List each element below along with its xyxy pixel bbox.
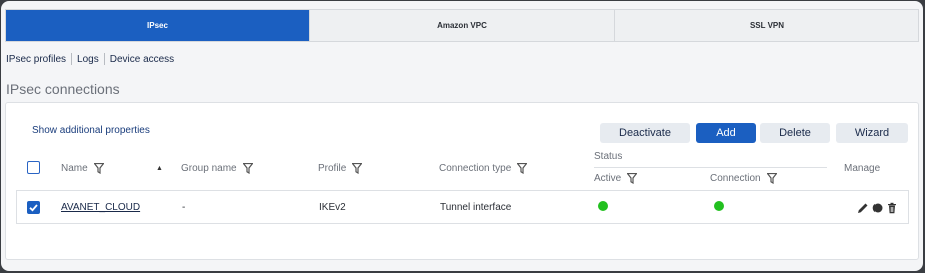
tab-ipsec[interactable]: IPsec [6, 10, 310, 41]
show-additional-properties-link[interactable]: Show additional properties [32, 125, 150, 136]
delete-button[interactable]: Delete [760, 123, 830, 143]
wizard-button[interactable]: Wizard [836, 123, 908, 143]
active-status-dot [598, 201, 608, 211]
column-header-connection[interactable]: Connection [710, 173, 777, 184]
select-all-checkbox[interactable] [27, 161, 40, 174]
deactivate-button[interactable]: Deactivate [600, 123, 690, 143]
filter-icon[interactable] [517, 163, 528, 174]
sub-navigation: IPsec profiles Logs Device access [6, 53, 174, 65]
filter-icon[interactable] [93, 163, 104, 174]
column-label: Connection type [439, 163, 512, 174]
divider [71, 53, 73, 65]
group-name-cell: - [182, 202, 186, 213]
divider [103, 53, 105, 65]
filter-icon[interactable] [766, 173, 777, 184]
column-header-connection-type[interactable]: Connection type [439, 163, 528, 174]
column-header-status: Status [594, 151, 623, 162]
link-device-access[interactable]: Device access [110, 54, 174, 65]
profile-cell: IKEv2 [319, 202, 346, 213]
tab-amazon-vpc[interactable]: Amazon VPC [310, 10, 615, 41]
table-row[interactable]: AVANET_CLOUD - IKEv2 Tunnel interface [16, 190, 909, 224]
checkmark-icon [29, 204, 38, 212]
column-label: Connection [710, 173, 761, 184]
connection-name-link[interactable]: AVANET_CLOUD [61, 202, 140, 213]
connections-panel: Show additional properties Deactivate Ad… [5, 102, 919, 260]
app-frame: IPsec Amazon VPC SSL VPN IPsec profiles … [1, 1, 923, 271]
connection-type-cell: Tunnel interface [440, 202, 512, 213]
tab-ssl-vpn[interactable]: SSL VPN [615, 10, 919, 41]
row-checkbox[interactable] [27, 201, 40, 214]
link-logs[interactable]: Logs [77, 54, 99, 65]
sort-ascending-icon[interactable]: ▲ [156, 165, 163, 172]
column-header-group[interactable]: Group name [181, 163, 253, 174]
filter-icon[interactable] [242, 163, 253, 174]
section-title: IPsec connections [6, 81, 120, 97]
edit-pencil-icon[interactable] [857, 202, 869, 214]
filter-icon[interactable] [627, 173, 638, 184]
filter-icon[interactable] [352, 163, 363, 174]
column-header-manage: Manage [844, 163, 881, 174]
toggle-connection-icon[interactable] [871, 202, 883, 214]
column-label: Name [61, 163, 88, 174]
connection-status-dot [714, 201, 724, 211]
delete-trash-icon[interactable] [886, 202, 898, 214]
link-ipsec-profiles[interactable]: IPsec profiles [6, 54, 66, 65]
column-label: Group name [181, 163, 237, 174]
column-header-name[interactable]: Name [61, 163, 104, 174]
column-label: Profile [318, 163, 347, 174]
status-divider [594, 167, 827, 168]
column-label: Active [594, 173, 622, 184]
column-header-profile[interactable]: Profile [318, 163, 363, 174]
column-header-active[interactable]: Active [594, 173, 638, 184]
tab-bar: IPsec Amazon VPC SSL VPN [5, 9, 919, 42]
add-button[interactable]: Add [696, 123, 756, 143]
